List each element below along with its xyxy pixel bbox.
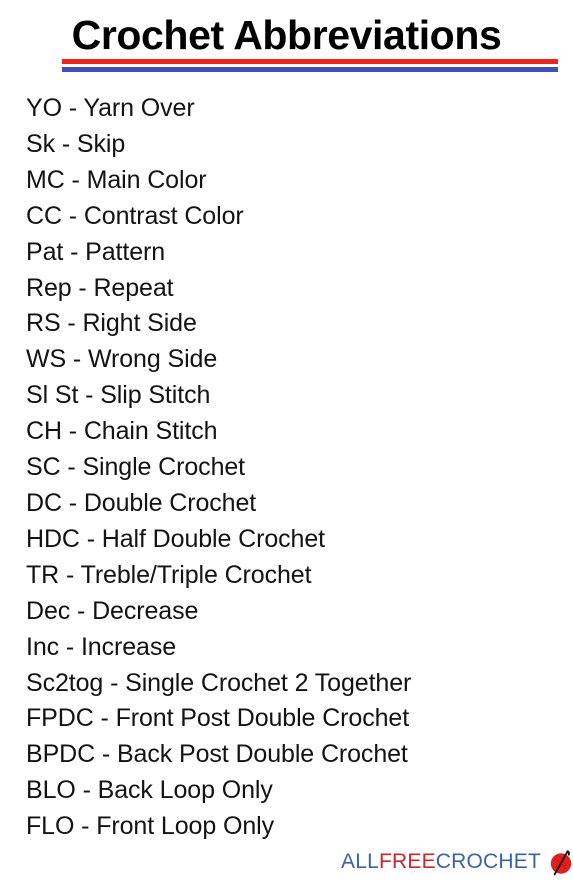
logo-wordmark: ALLFREECROCHET	[341, 850, 541, 874]
title-underline-group	[62, 59, 558, 72]
list-item: TR - Treble/Triple Crochet	[26, 560, 312, 589]
yarn-ball-icon	[548, 848, 573, 876]
logo-text-crochet: CROCHET	[435, 850, 542, 873]
page-title: Crochet Abbreviations	[71, 12, 502, 58]
list-item: Rep - Repeat	[26, 273, 174, 302]
list-item: BPDC - Back Post Double Crochet	[26, 740, 408, 769]
list-item: YO - Yarn Over	[26, 94, 195, 122]
list-item: Sl St - Slip Stitch	[26, 381, 211, 410]
logo-text-all: ALL	[341, 850, 379, 873]
list-item: CC - Contrast Color	[26, 201, 244, 230]
list-item: HDC - Half Double Crochet	[26, 524, 325, 553]
crochet-abbreviations-page: Crochet Abbreviations YO - Yarn Over Sk …	[0, 0, 573, 884]
list-item: Inc - Increase	[26, 632, 177, 661]
title-underline-red	[62, 59, 558, 64]
logo-text-free: FREE	[378, 850, 436, 873]
list-item: RS - Right Side	[26, 309, 197, 338]
abbreviation-list: YO - Yarn Over Sk - Skip MC - Main Color…	[26, 91, 546, 845]
list-item: Sc2tog - Single Crochet 2 Together	[26, 668, 412, 697]
title-underline-blue	[62, 67, 558, 72]
list-item: BLO - Back Loop Only	[26, 776, 273, 805]
list-item: Dec - Decrease	[26, 596, 199, 625]
list-item: SC - Single Crochet	[26, 453, 246, 482]
list-item: FLO - Front Loop Only	[26, 812, 274, 841]
list-item: MC - Main Color	[26, 165, 207, 194]
allfreecrochet-logo[interactable]: ALLFREECROCHET	[341, 845, 572, 879]
list-item: Pat - Pattern	[26, 237, 166, 266]
title-block: Crochet Abbreviations	[0, 12, 573, 58]
list-item: DC - Double Crochet	[26, 488, 257, 517]
list-item: CH - Chain Stitch	[26, 417, 218, 446]
list-item: Sk - Skip	[26, 129, 126, 158]
list-item: WS - Wrong Side	[26, 345, 218, 374]
list-item: FPDC - Front Post Double Crochet	[26, 704, 410, 733]
